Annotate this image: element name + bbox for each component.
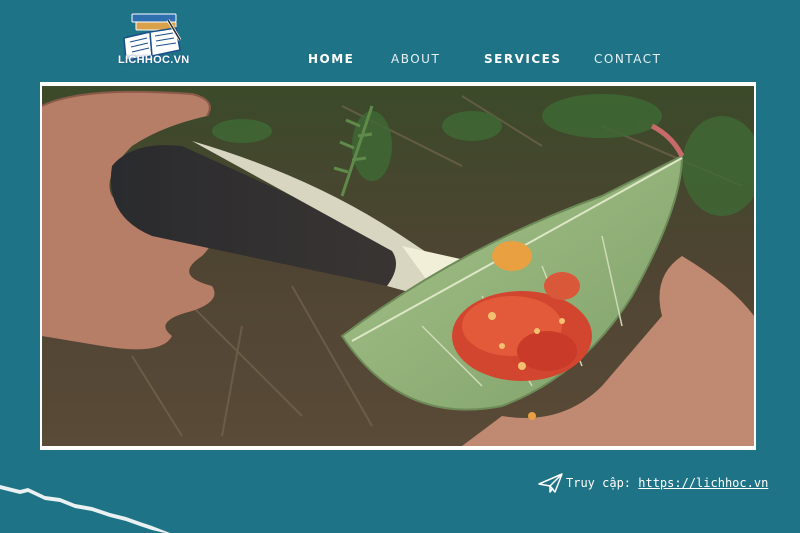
nav-contact[interactable]: CONTACT [594, 52, 661, 66]
torn-paper-decoration [0, 485, 170, 533]
main-nav: HOME ABOUT SERVICES CONTACT [0, 52, 800, 68]
paper-plane-icon [538, 473, 563, 493]
nav-home[interactable]: HOME [308, 52, 354, 66]
footer-prefix: Truy cập: [566, 476, 639, 490]
nav-services[interactable]: SERVICES [484, 52, 561, 66]
photo-frame [40, 82, 756, 450]
nav-about[interactable]: ABOUT [391, 52, 440, 66]
food-photo [42, 86, 754, 446]
footer-url[interactable]: https://lichhoc.vn [638, 476, 768, 490]
footer-link[interactable]: Truy cập: https://lichhoc.vn [538, 472, 768, 494]
